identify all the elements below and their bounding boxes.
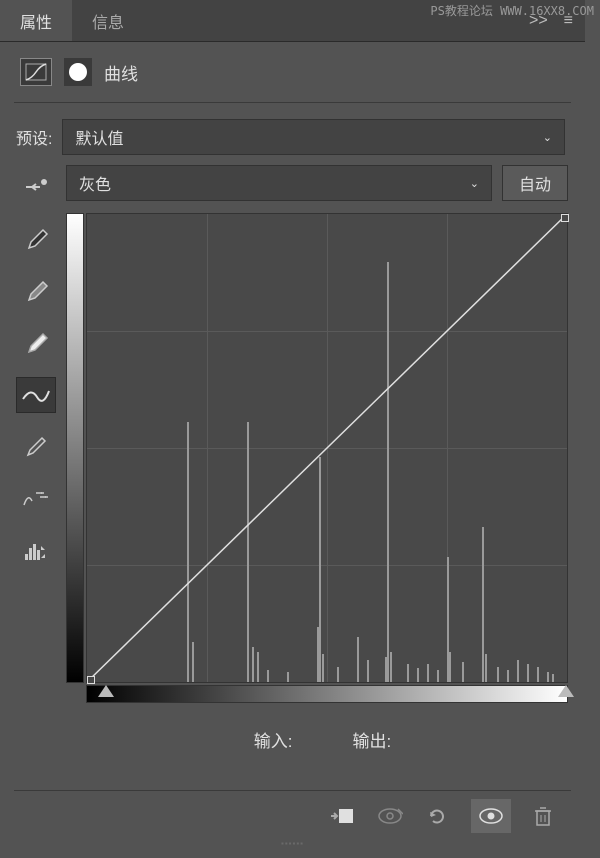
layer-mask-icon[interactable] (64, 58, 92, 86)
pencil-curve-tool[interactable] (16, 429, 56, 465)
preset-row: 预设: 默认值 ⌄ (0, 107, 585, 165)
tool-column (16, 165, 56, 703)
curves-graph-container (66, 213, 568, 683)
horizontal-gradient (86, 685, 568, 703)
toggle-visibility-button[interactable] (471, 799, 511, 833)
resize-grip[interactable]: ▪▪▪▪▪▪ (281, 839, 304, 848)
white-slider[interactable] (558, 685, 574, 697)
target-adjust-tool[interactable] (16, 169, 56, 205)
curves-adjustment-icon[interactable] (20, 58, 52, 86)
chevron-down-icon: ⌄ (543, 131, 552, 144)
curve-point-black[interactable] (87, 676, 95, 684)
tab-info[interactable]: 信息 (72, 0, 144, 41)
view-previous-button[interactable] (377, 807, 403, 825)
clip-to-layer-button[interactable] (327, 805, 355, 827)
auto-button[interactable]: 自动 (502, 165, 568, 201)
white-point-eyedropper[interactable] (16, 325, 56, 361)
delete-button[interactable] (533, 805, 553, 827)
reset-button[interactable] (425, 804, 449, 828)
preset-label: 预设: (16, 125, 52, 149)
curves-graph[interactable] (86, 213, 568, 683)
channel-value: 灰色 (79, 171, 111, 195)
channel-select[interactable]: 灰色 ⌄ (66, 165, 492, 201)
clip-histogram-tool[interactable] (16, 533, 56, 569)
chevron-down-icon: ⌄ (470, 177, 479, 190)
divider (14, 102, 571, 103)
black-slider[interactable] (98, 685, 114, 697)
preset-value: 默认值 (75, 125, 123, 149)
adjustment-title: 曲线 (104, 60, 138, 85)
curve-point-white[interactable] (561, 214, 569, 222)
preset-select[interactable]: 默认值 ⌄ (62, 119, 565, 155)
tab-properties[interactable]: 属性 (0, 0, 72, 41)
smooth-curve-tool[interactable] (16, 481, 56, 517)
input-output-row: 输入: 输出: (0, 703, 585, 788)
gray-point-eyedropper[interactable] (16, 273, 56, 309)
vertical-gradient (66, 213, 84, 683)
curve-line (87, 214, 567, 682)
properties-panel: 属性 信息 >> ≡ 曲线 预设: 默认值 ⌄ (0, 0, 585, 850)
watermark-text: PS教程论坛 WWW.16XX8.COM (430, 2, 594, 19)
output-label: 输出: (353, 727, 392, 752)
black-point-eyedropper[interactable] (16, 221, 56, 257)
point-curve-tool[interactable] (16, 377, 56, 413)
input-label: 输入: (254, 727, 293, 752)
adjustment-header: 曲线 (0, 42, 585, 98)
bottom-bar (14, 790, 571, 840)
